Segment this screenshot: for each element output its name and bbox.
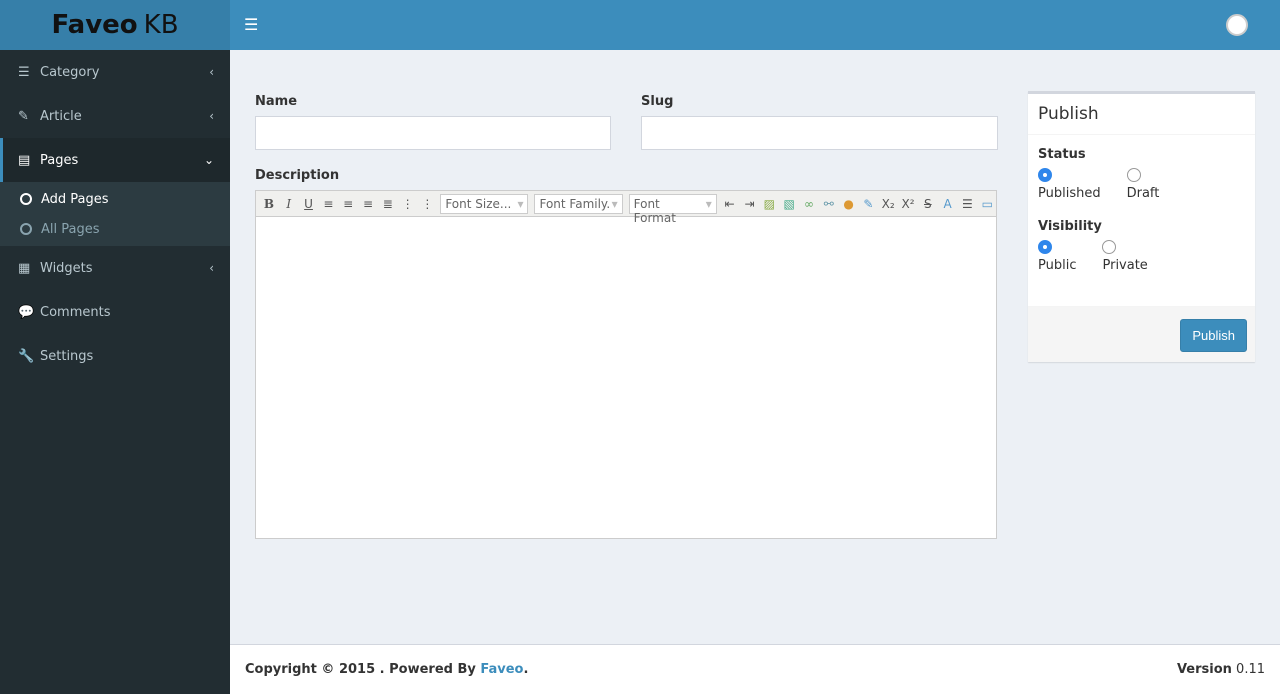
subscript-icon[interactable]: X₂ (879, 197, 897, 211)
radio-label: Public (1038, 258, 1077, 273)
subitem-label: All Pages (41, 221, 100, 237)
radio-label: Draft (1126, 186, 1160, 201)
visibility-private-radio[interactable]: Private (1102, 240, 1148, 273)
publish-title: Publish (1028, 94, 1255, 135)
copyright-text: Copyright © 2015 . Powered By (245, 662, 481, 677)
description-editor: B I U ≡ ≡ ≡ ≣ ⋮ ⋮ Font Size... Font Fami… (255, 190, 997, 539)
name-label: Name (255, 94, 298, 109)
logo-light: KB (143, 10, 179, 40)
wrench-icon: 🔧 (18, 348, 35, 364)
grid-icon: ▦ (18, 260, 31, 276)
sidebar-item-label: Comments (40, 304, 111, 320)
footer: Copyright © 2015 . Powered By Faveo. Ver… (230, 644, 1280, 694)
sidebar-item-category[interactable]: ☰ Category ‹ (0, 50, 230, 94)
chevron-left-icon: ‹ (209, 109, 214, 123)
sidebar-item-comments[interactable]: 💬 Comments (0, 290, 230, 334)
version-label: Version (1176, 662, 1232, 677)
list-icon: ☰ (18, 64, 30, 80)
ordered-list-icon[interactable]: ⋮ (399, 197, 417, 211)
font-size-select[interactable]: Font Size... (440, 193, 529, 214)
radio-checked[interactable] (1038, 240, 1052, 254)
radio-label: Private (1102, 258, 1148, 273)
sidebar-item-settings[interactable]: 🔧 Settings (0, 334, 230, 378)
status-published-radio[interactable]: Published (1038, 168, 1101, 201)
user-avatar[interactable] (1226, 14, 1248, 36)
sidebar-item-label: Widgets (40, 260, 93, 276)
file-icon: ▤ (18, 152, 31, 168)
underline-icon[interactable]: U (300, 197, 318, 211)
edit-image-icon[interactable]: ▨ (760, 197, 778, 211)
sidebar-item-label: Pages (40, 152, 79, 168)
sidebar-item-pages[interactable]: ▤ Pages ⌄ (0, 138, 230, 182)
circle-icon (20, 193, 32, 205)
indent-icon[interactable]: ⇥ (741, 197, 759, 211)
description-label: Description (255, 168, 340, 183)
slug-input[interactable] (641, 116, 998, 150)
font-format-select[interactable]: Font Format (628, 193, 717, 225)
italic-icon[interactable]: I (280, 197, 298, 211)
visibility-public-radio[interactable]: Public (1038, 240, 1076, 273)
status-label: Status (1038, 147, 1086, 162)
publish-button[interactable]: Publish (1180, 319, 1247, 352)
outdent-icon[interactable]: ⇤ (721, 197, 739, 211)
chevron-down-icon: ⌄ (203, 153, 214, 167)
unlink-icon[interactable]: ⚯ (820, 197, 838, 211)
sidebar: ☰ Category ‹ ✎ Article ‹ ▤ Pages ⌄ Add Pages A… (0, 50, 230, 694)
version-value: 0.11 (1236, 662, 1265, 677)
color-icon[interactable]: ● (840, 197, 858, 211)
remove-format-icon[interactable]: A (939, 197, 957, 211)
sidebar-item-article[interactable]: ✎ Article ‹ (0, 94, 230, 138)
radio-unchecked[interactable] (1102, 240, 1117, 254)
sidebar-item-label: Category (40, 64, 100, 80)
visibility-label: Visibility (1038, 219, 1102, 234)
faveo-link[interactable]: Faveo (480, 662, 523, 677)
superscript-icon[interactable]: X² (899, 197, 917, 211)
insert-image-icon[interactable]: ▧ (780, 197, 798, 211)
align-right-icon[interactable]: ≡ (359, 197, 377, 211)
name-input[interactable] (255, 116, 611, 150)
sidebar-subitem-add-pages[interactable]: Add Pages (0, 184, 230, 214)
comments-icon: 💬 (18, 304, 35, 320)
align-center-icon[interactable]: ≡ (339, 197, 357, 211)
circle-icon (20, 223, 32, 235)
editor-toolbar: B I U ≡ ≡ ≡ ≣ ⋮ ⋮ Font Size... Font Fami… (256, 191, 996, 225)
copyright-dot: . (523, 662, 529, 677)
radio-label: Published (1038, 186, 1101, 201)
sidebar-item-widgets[interactable]: ▦ Widgets ‹ (0, 246, 230, 290)
top-navbar: ☰ (230, 0, 1280, 50)
status-draft-radio[interactable]: Draft (1126, 168, 1160, 201)
menu-toggle-icon[interactable]: ☰ (244, 15, 258, 34)
logo[interactable]: Faveo KB (0, 0, 230, 50)
radio-checked[interactable] (1038, 168, 1052, 182)
align-left-icon[interactable]: ≡ (319, 197, 337, 211)
edit-icon[interactable]: ✎ (859, 197, 877, 211)
logo-bold: Faveo (51, 10, 138, 40)
pages-submenu: Add Pages All Pages (0, 182, 230, 246)
horizontal-rule-icon[interactable]: ☰ (959, 197, 977, 211)
bold-icon[interactable]: B (260, 197, 278, 211)
align-justify-icon[interactable]: ≣ (379, 197, 397, 211)
publish-box-footer: Publish (1028, 306, 1255, 362)
sidebar-subitem-all-pages[interactable]: All Pages (0, 214, 230, 244)
strikethrough-icon[interactable]: S (919, 197, 937, 211)
subitem-label: Add Pages (41, 191, 109, 207)
slug-label: Slug (641, 94, 674, 109)
edit-icon: ✎ (18, 108, 29, 124)
chevron-left-icon: ‹ (209, 261, 214, 275)
sidebar-item-label: Article (40, 108, 82, 124)
link-icon[interactable]: ∞ (800, 197, 818, 211)
unordered-list-icon[interactable]: ⋮ (419, 197, 437, 211)
font-family-select[interactable]: Font Family. (534, 193, 623, 214)
chevron-left-icon: ‹ (209, 65, 214, 79)
publish-box: Publish Status Published Draft Visibilit… (1028, 91, 1255, 362)
radio-unchecked[interactable] (1126, 168, 1141, 182)
editor-content[interactable] (256, 217, 996, 539)
html-icon[interactable]: ▭ (978, 197, 996, 211)
sidebar-item-label: Settings (40, 348, 94, 364)
